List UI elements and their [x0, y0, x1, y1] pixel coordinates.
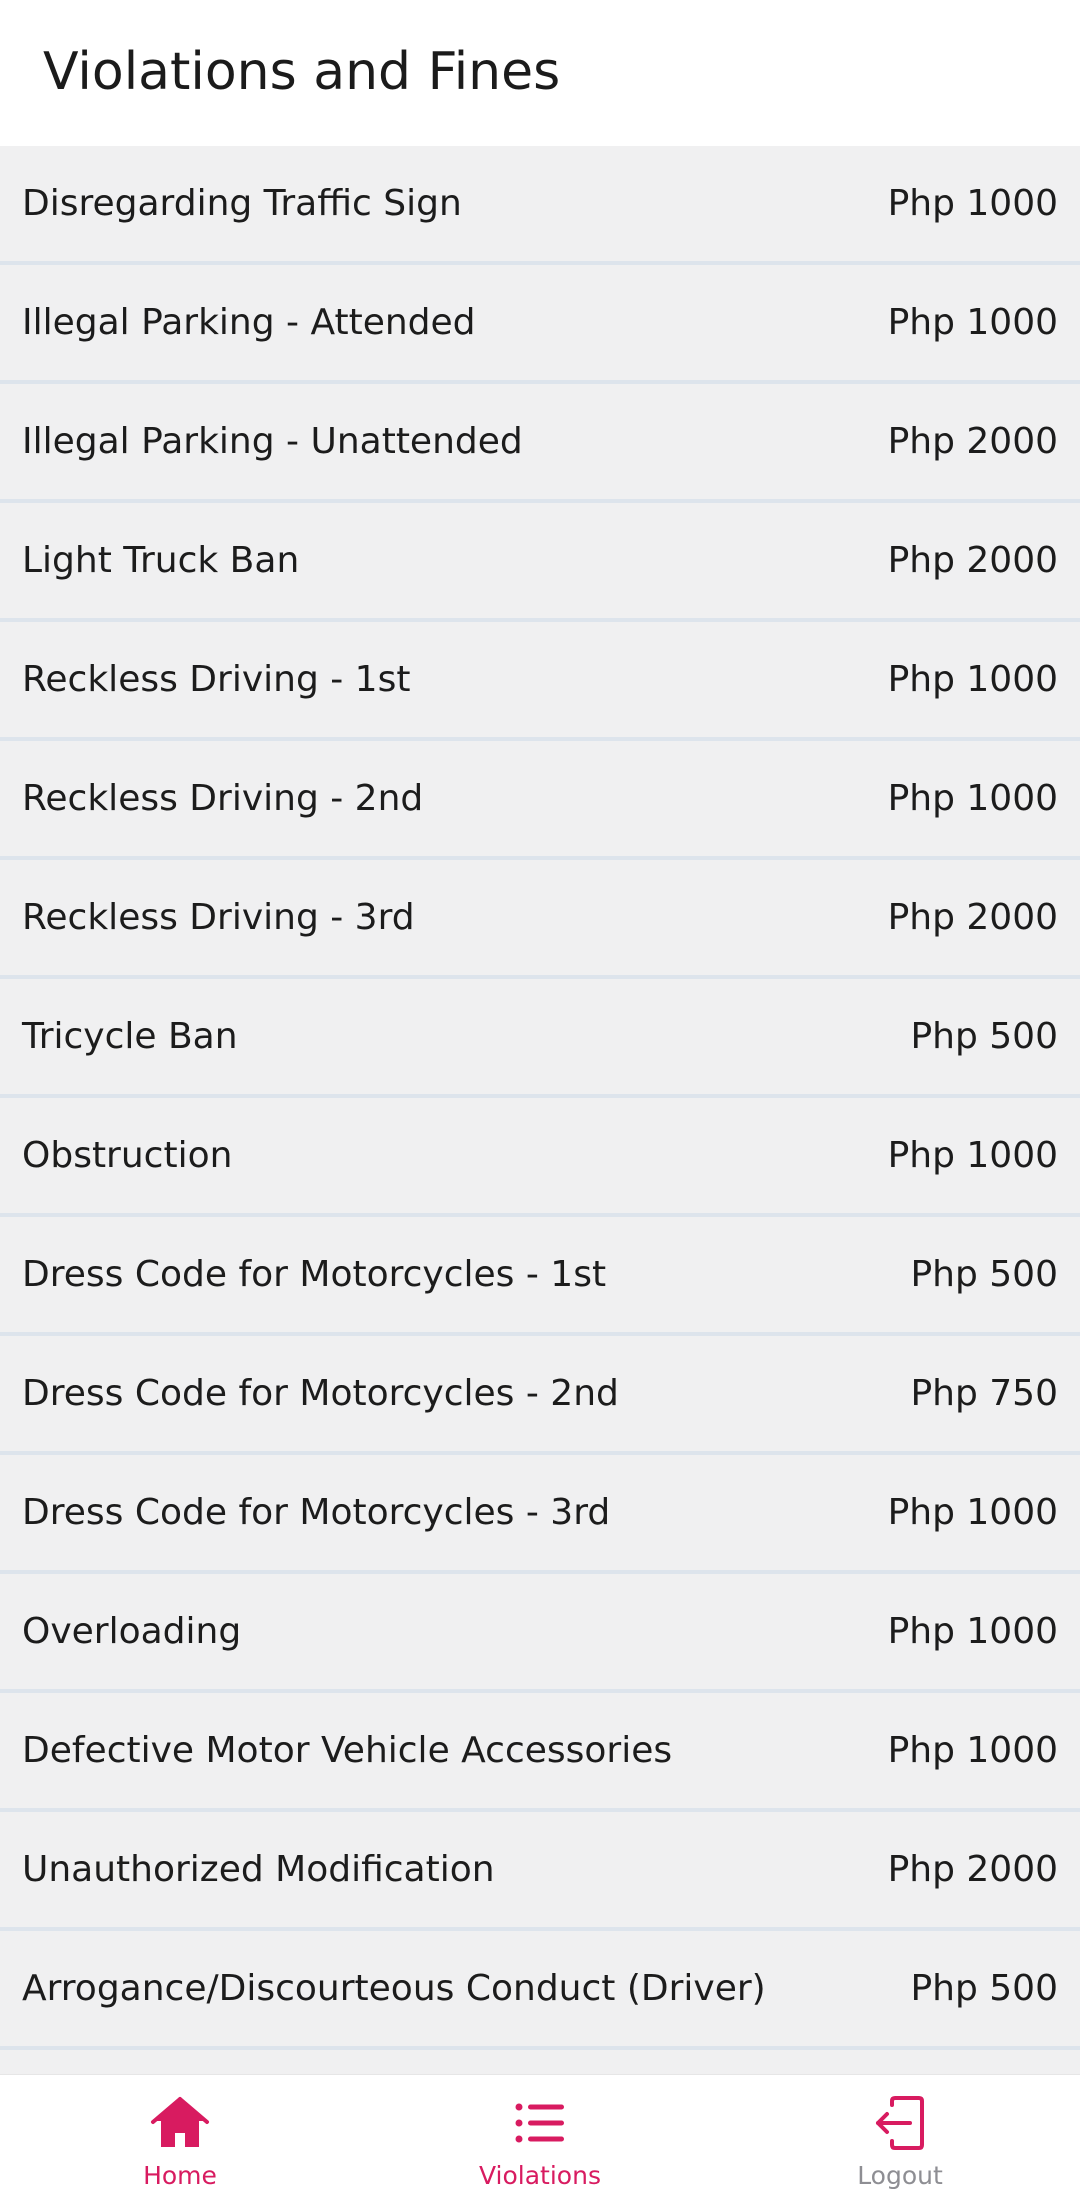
nav-home-label: Home [143, 2161, 217, 2190]
violation-name: Reckless Driving - 2nd [22, 778, 424, 819]
violation-fine: Php 2000 [887, 421, 1058, 462]
nav-home[interactable]: Home [0, 2075, 360, 2202]
nav-violations[interactable]: Violations [360, 2075, 720, 2202]
list-item[interactable]: Tricycle Ban Php 500 [0, 979, 1080, 1098]
violation-fine: Php 1000 [887, 1611, 1058, 1652]
nav-logout-label: Logout [857, 2161, 943, 2190]
violation-name: Tricycle Ban [22, 1016, 238, 1057]
list-item[interactable] [0, 2050, 1080, 2074]
violation-fine: Php 2000 [887, 1849, 1058, 1890]
app-header: Violations and Fines [0, 0, 1080, 146]
nav-violations-label: Violations [479, 2161, 601, 2190]
violation-name: Overloading [22, 1611, 242, 1652]
nav-logout[interactable]: Logout [720, 2075, 1080, 2202]
violation-fine: Php 1000 [887, 183, 1058, 224]
violation-name: Dress Code for Motorcycles - 2nd [22, 1373, 619, 1414]
violation-fine: Php 500 [910, 1254, 1058, 1295]
list-item[interactable]: Dress Code for Motorcycles - 2nd Php 750 [0, 1336, 1080, 1455]
list-item[interactable]: Disregarding Traffic Sign Php 1000 [0, 146, 1080, 265]
violation-name: Reckless Driving - 1st [22, 659, 411, 700]
logout-icon [876, 2096, 924, 2150]
list-item[interactable]: Dress Code for Motorcycles - 1st Php 500 [0, 1217, 1080, 1336]
violation-name: Obstruction [22, 1135, 233, 1176]
bottom-navigation: Home Violations Logout [0, 2074, 1080, 2202]
list-item[interactable]: Arrogance/Discourteous Conduct (Driver) … [0, 1931, 1080, 2050]
list-item[interactable]: Reckless Driving - 2nd Php 1000 [0, 741, 1080, 860]
list-item[interactable]: Defective Motor Vehicle Accessories Php … [0, 1693, 1080, 1812]
violation-name: Disregarding Traffic Sign [22, 183, 462, 224]
violation-fine: Php 1000 [887, 778, 1058, 819]
list-item[interactable]: Reckless Driving - 3rd Php 2000 [0, 860, 1080, 979]
list-item[interactable]: Reckless Driving - 1st Php 1000 [0, 622, 1080, 741]
violation-name: Illegal Parking - Unattended [22, 421, 523, 462]
list-item[interactable]: Unauthorized Modification Php 2000 [0, 1812, 1080, 1931]
violation-fine: Php 1000 [887, 1492, 1058, 1533]
list-item[interactable]: Overloading Php 1000 [0, 1574, 1080, 1693]
violation-fine: Php 1000 [887, 302, 1058, 343]
violation-name: Arrogance/Discourteous Conduct (Driver) [22, 1968, 766, 2009]
list-item[interactable]: Light Truck Ban Php 2000 [0, 503, 1080, 622]
violation-name: Illegal Parking - Attended [22, 302, 476, 343]
violation-fine: Php 1000 [887, 1135, 1058, 1176]
violation-name: Defective Motor Vehicle Accessories [22, 1730, 673, 1771]
list-item[interactable]: Obstruction Php 1000 [0, 1098, 1080, 1217]
violation-fine: Php 2000 [887, 897, 1058, 938]
violation-name: Reckless Driving - 3rd [22, 897, 415, 938]
violation-name: Dress Code for Motorcycles - 1st [22, 1254, 607, 1295]
violation-fine: Php 750 [910, 1373, 1058, 1414]
violation-name: Unauthorized Modification [22, 1849, 495, 1890]
list-icon [515, 2103, 564, 2143]
violation-fine: Php 500 [910, 1016, 1058, 1057]
home-icon [151, 2097, 209, 2147]
violation-fine: Php 1000 [887, 659, 1058, 700]
violation-fine: Php 1000 [887, 1730, 1058, 1771]
list-item[interactable]: Dress Code for Motorcycles - 3rd Php 100… [0, 1455, 1080, 1574]
list-item[interactable]: Illegal Parking - Unattended Php 2000 [0, 384, 1080, 503]
violation-fine: Php 2000 [887, 540, 1058, 581]
page-title: Violations and Fines [43, 42, 561, 102]
list-item[interactable]: Illegal Parking - Attended Php 1000 [0, 265, 1080, 384]
violation-name: Light Truck Ban [22, 540, 300, 581]
violation-name: Dress Code for Motorcycles - 3rd [22, 1492, 611, 1533]
violations-list[interactable]: Disregarding Traffic Sign Php 1000 Illeg… [0, 146, 1080, 2074]
violation-fine: Php 500 [910, 1968, 1058, 2009]
